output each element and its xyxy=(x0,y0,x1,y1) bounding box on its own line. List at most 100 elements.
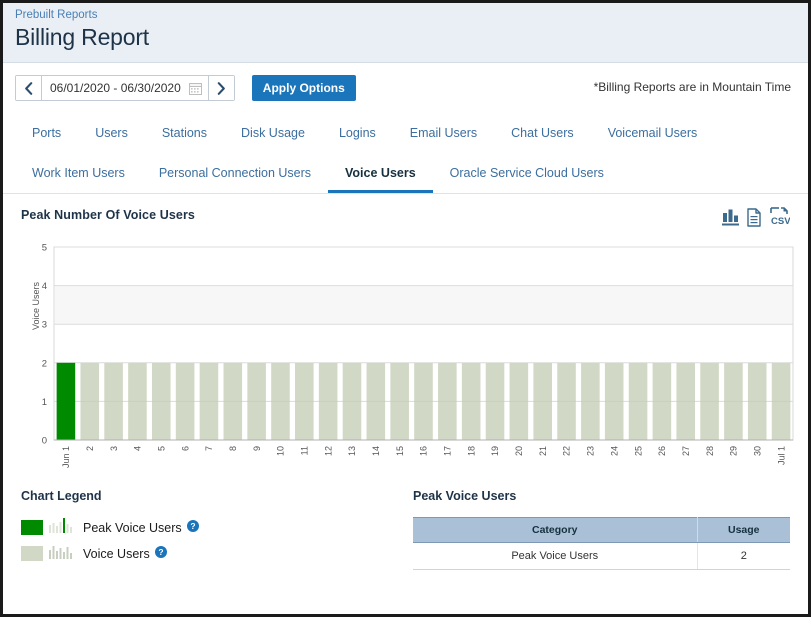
chevron-right-icon xyxy=(217,81,225,95)
y-tick-label: 1 xyxy=(42,397,47,408)
csv-icon[interactable]: CSV xyxy=(769,206,791,232)
report-tabs: Ports Users Stations Disk Usage Logins E… xyxy=(3,113,808,194)
x-tick-label: 15 xyxy=(395,446,405,456)
tab-users[interactable]: Users xyxy=(78,113,145,153)
chevron-left-icon xyxy=(25,81,33,95)
x-tick-label: 8 xyxy=(228,446,238,451)
tab-personal-connection-users[interactable]: Personal Connection Users xyxy=(142,153,328,193)
y-tick-label: 5 xyxy=(42,243,47,254)
chart-actions: CSV xyxy=(722,206,791,232)
x-tick-label: 26 xyxy=(657,446,667,456)
x-tick-label: 9 xyxy=(252,446,262,451)
x-tick-label: 3 xyxy=(109,446,119,451)
sparkline-icon-voice xyxy=(48,543,74,564)
y-tick-label: 0 xyxy=(42,436,47,447)
x-tick-label: 4 xyxy=(133,446,143,451)
controls-bar: 06/01/2020 - 06/30/2020 Apply Options *B… xyxy=(3,63,808,113)
tab-voice-users[interactable]: Voice Users xyxy=(328,153,433,193)
sparkline-icon-peak xyxy=(48,517,74,538)
tab-work-item-users[interactable]: Work Item Users xyxy=(15,153,142,193)
usage-table-section: Peak Voice Users Category Usage Peak Voi… xyxy=(413,489,790,570)
x-tick-label: 24 xyxy=(609,446,619,456)
tab-row-primary: Ports Users Stations Disk Usage Logins E… xyxy=(15,113,796,153)
cell-category: Peak Voice Users xyxy=(413,542,698,570)
cell-usage: 2 xyxy=(697,542,790,570)
x-tick-label: Jun 1 xyxy=(61,446,71,468)
chart-plot-area: Voice Users 0 1 2 3 4 5 Jun 1 2 3 4 5 6 7 8 9 10 11 12 13 1… xyxy=(21,238,794,483)
chart-title: Peak Number Of Voice Users xyxy=(21,208,195,222)
apply-options-button[interactable]: Apply Options xyxy=(251,75,356,101)
table-header-row: Category Usage xyxy=(413,517,790,543)
tab-email-users[interactable]: Email Users xyxy=(393,113,494,153)
svg-text:?: ? xyxy=(158,547,163,557)
legend-item-voice-users[interactable]: Voice Users ? xyxy=(21,543,413,564)
y-axis-label: Voice Users xyxy=(31,281,41,330)
x-tick-label: 11 xyxy=(300,446,310,455)
chart-legend-title: Chart Legend xyxy=(21,489,102,503)
legend-label-peak: Peak Voice Users xyxy=(83,520,182,535)
x-tick-label: 23 xyxy=(586,446,596,456)
x-tick-label: 22 xyxy=(562,446,572,456)
x-tick-label: 18 xyxy=(466,446,476,456)
x-tick-label: 2 xyxy=(85,446,95,451)
next-period-button[interactable] xyxy=(207,76,234,100)
billing-report-window: Prebuilt Reports Billing Report 06/01/20… xyxy=(0,0,811,617)
x-tick-label: 6 xyxy=(180,446,190,451)
x-tick-label: 5 xyxy=(156,446,166,451)
tab-stations[interactable]: Stations xyxy=(145,113,224,153)
tab-disk-usage[interactable]: Disk Usage xyxy=(224,113,322,153)
tab-chat-users[interactable]: Chat Users xyxy=(494,113,591,153)
tab-logins[interactable]: Logins xyxy=(322,113,393,153)
timezone-note: *Billing Reports are in Mountain Time xyxy=(593,80,791,94)
tab-voicemail-users[interactable]: Voicemail Users xyxy=(591,113,715,153)
tab-row-secondary: Work Item Users Personal Connection User… xyxy=(15,153,796,193)
usage-table-title: Peak Voice Users xyxy=(413,489,517,503)
x-tick-label: 16 xyxy=(419,446,429,456)
tab-oracle-service-cloud-users[interactable]: Oracle Service Cloud Users xyxy=(433,153,621,193)
chart-panel: Peak Number Of Voice Users CSV Voice Use… xyxy=(3,194,808,483)
column-header-category[interactable]: Category xyxy=(413,517,698,543)
plot-band xyxy=(55,285,792,325)
table-row[interactable]: Peak Voice Users 2 xyxy=(413,542,790,570)
legend-item-peak-voice-users[interactable]: Peak Voice Users ? xyxy=(21,517,413,538)
x-tick-label: 13 xyxy=(347,446,357,456)
date-range-picker[interactable]: 06/01/2020 - 06/30/2020 xyxy=(15,75,235,101)
chart-legend: Chart Legend Peak Voice Users ? Voice Us… xyxy=(21,489,413,570)
x-tick-label: 7 xyxy=(204,446,214,451)
x-tick-label: 27 xyxy=(681,446,691,456)
breadcrumb[interactable]: Prebuilt Reports xyxy=(15,8,808,23)
help-icon-voice[interactable]: ? xyxy=(154,545,167,563)
date-range-value: 06/01/2020 - 06/30/2020 xyxy=(50,81,181,95)
calendar-icon[interactable] xyxy=(188,82,202,95)
bar-0[interactable] xyxy=(56,362,76,440)
x-tick-label: 14 xyxy=(371,446,381,456)
document-icon[interactable] xyxy=(747,208,762,232)
help-icon-peak[interactable]: ? xyxy=(186,519,199,537)
tab-ports[interactable]: Ports xyxy=(15,113,78,153)
x-tick-label: Jul 1 xyxy=(776,446,786,465)
page-title: Billing Report xyxy=(15,24,149,50)
x-tick-label: 29 xyxy=(729,446,739,456)
y-tick-label: 2 xyxy=(42,358,47,369)
x-tick-label: 12 xyxy=(323,446,333,456)
bar-chart-icon[interactable] xyxy=(722,208,740,232)
x-tick-label: 20 xyxy=(514,446,524,456)
x-tick-label: 21 xyxy=(538,446,548,456)
svg-text:?: ? xyxy=(190,521,195,531)
legend-swatch-voice xyxy=(21,546,43,561)
column-header-usage[interactable]: Usage xyxy=(697,517,790,543)
x-tick-label: 17 xyxy=(443,446,453,456)
x-tick-label: 10 xyxy=(276,446,286,456)
usage-table: Category Usage Peak Voice Users 2 xyxy=(413,517,790,570)
bar-chart[interactable]: 012345Jun 1 2 3 4 5 6 7 8 9 10 11 12 13 14 15 16 17 18 19 2… xyxy=(21,238,796,483)
y-tick-label: 4 xyxy=(42,281,47,292)
x-tick-label: 30 xyxy=(752,446,762,456)
x-tick-label: 25 xyxy=(633,446,643,456)
legend-swatch-peak xyxy=(21,520,43,535)
y-tick-label: 3 xyxy=(42,320,47,331)
csv-icon-label: CSV xyxy=(771,216,790,227)
date-range-field[interactable]: 06/01/2020 - 06/30/2020 xyxy=(42,76,208,100)
previous-period-button[interactable] xyxy=(16,76,42,100)
chart-footer: Chart Legend Peak Voice Users ? Voice Us… xyxy=(3,483,808,570)
usage-table-body: Peak Voice Users 2 xyxy=(413,542,790,570)
